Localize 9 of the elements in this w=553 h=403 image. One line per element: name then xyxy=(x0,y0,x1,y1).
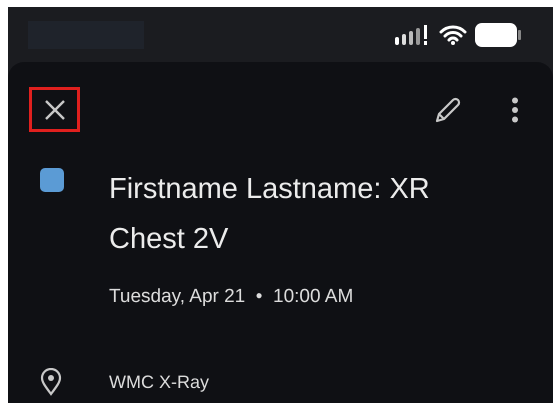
close-button[interactable] xyxy=(29,87,80,132)
location-pin-icon xyxy=(40,368,62,396)
battery-icon xyxy=(475,22,521,46)
event-date-time: Tuesday, Apr 21 • 10:00 AM xyxy=(109,286,354,308)
close-icon xyxy=(44,98,66,120)
wifi-icon xyxy=(439,24,467,44)
event-location: WMC X-Ray xyxy=(109,372,209,392)
more-options-icon[interactable] xyxy=(511,96,519,122)
event-title: Firstname Lastname: XR Chest 2V xyxy=(109,172,431,257)
